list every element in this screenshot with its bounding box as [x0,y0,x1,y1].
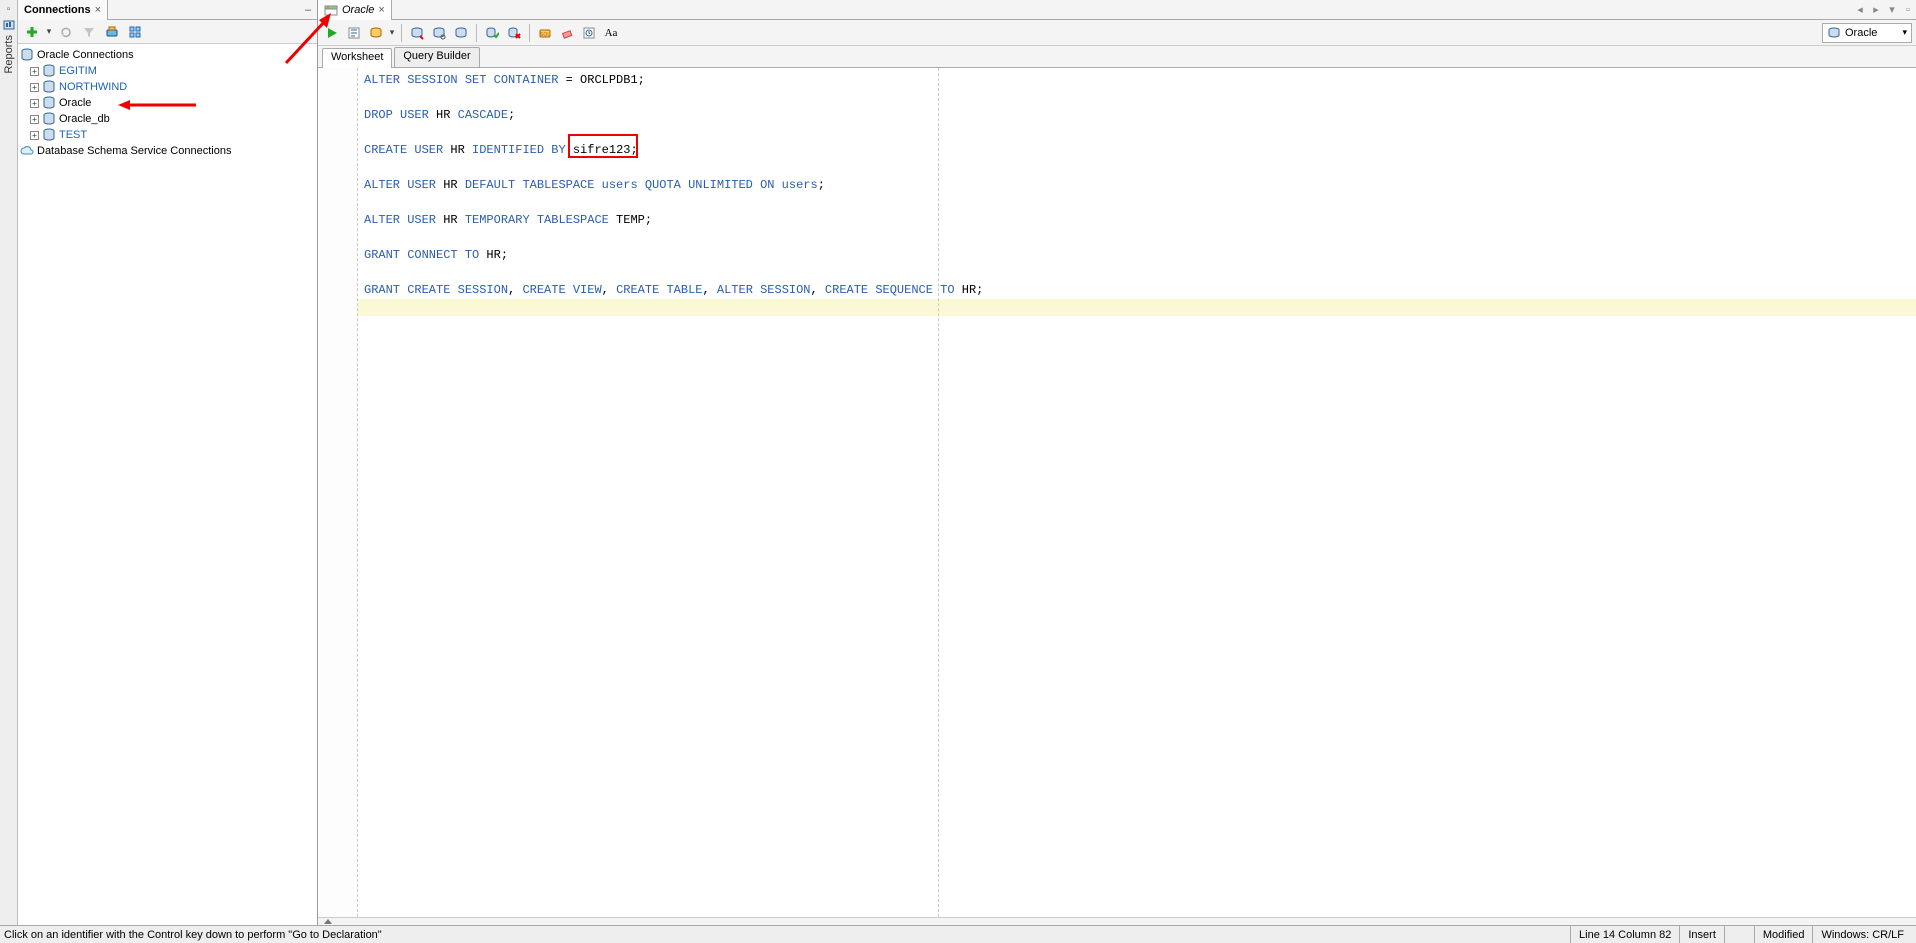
expand-icon[interactable]: + [30,67,39,76]
expand-icon[interactable]: + [30,83,39,92]
editor-toolbar: ▾ SQL Aa Oracle ▾ [318,20,1916,46]
panel-resize-handle[interactable] [318,917,1916,925]
tree-item[interactable]: + EGITIM [20,63,313,79]
db-rollback-button[interactable] [504,23,524,43]
history-button[interactable] [579,23,599,43]
tree-item[interactable]: + Oracle [20,95,313,111]
reports-icon[interactable] [3,19,15,31]
tree-cloud-label: Database Schema Service Connections [37,145,231,157]
tree-item-label: NORTHWIND [59,81,127,93]
tree-cloud[interactable]: Database Schema Service Connections [20,143,313,159]
editor-gutter [318,68,358,917]
case-button[interactable]: Aa [601,23,621,43]
tree-root-label: Oracle Connections [37,49,134,61]
editor-panel: Oracle × ◂ ▸ ▾ ▫ ▾ SQL [318,0,1916,925]
status-eol: Windows: CR/LF [1812,926,1912,943]
autotrace-button[interactable] [407,23,427,43]
svg-text:SQL: SQL [540,32,550,38]
tab-max-icon[interactable]: ▫ [1900,2,1916,18]
tree-root[interactable]: Oracle Connections [20,47,313,63]
sql-tuning-button[interactable] [429,23,449,43]
tree-item[interactable]: + NORTHWIND [20,79,313,95]
run-button[interactable] [322,23,342,43]
expand-icon[interactable]: + [30,115,39,124]
explain-plan-button[interactable] [366,23,386,43]
cloud-icon [20,144,34,158]
commit-button[interactable] [451,23,471,43]
current-line-highlight [358,299,1916,316]
expand-button[interactable] [125,22,145,42]
status-mode: Insert [1679,926,1724,943]
database-icon [42,80,56,94]
connections-tab[interactable]: Connections × [18,0,108,20]
dropdown-icon[interactable]: ▾ [388,27,396,38]
tns-button[interactable] [102,22,122,42]
status-modified: Modified [1754,926,1813,943]
refresh-button[interactable] [56,22,76,42]
filter-button[interactable] [79,22,99,42]
db-commit-button[interactable] [482,23,502,43]
tab-worksheet[interactable]: Worksheet [322,48,392,68]
expand-icon[interactable]: + [30,99,39,108]
print-margin [938,68,939,917]
run-script-button[interactable] [344,23,364,43]
connections-tree[interactable]: Oracle Connections + EGITIM + NORTHWIND + Ora… [18,44,317,925]
database-icon [42,112,56,126]
reports-rail: ▫ Reports [0,0,18,925]
database-icon [20,48,34,62]
reports-label[interactable]: Reports [3,35,15,74]
tab-prev-icon[interactable]: ◂ [1852,2,1868,18]
connections-tab-label: Connections [24,4,91,16]
status-spacer [1724,926,1754,943]
expand-up-icon [324,919,332,924]
tree-item-label: Oracle_db [59,113,110,125]
tree-item-label: EGITIM [59,65,97,77]
connections-toolbar: ▾ [18,20,317,44]
worksheet-tabs: Worksheet Query Builder [318,46,1916,68]
worksheet-icon [324,3,338,17]
connection-selector[interactable]: Oracle ▾ [1822,23,1912,43]
restore-icon[interactable]: ▫ [7,4,11,15]
tab-list-icon[interactable]: ▾ [1884,2,1900,18]
code-content[interactable]: ALTER SESSION SET CONTAINER = ORCLPDB1; … [358,68,1916,321]
new-connection-button[interactable] [22,22,42,42]
connection-selector-label: Oracle [1845,27,1877,39]
database-icon [42,96,56,110]
status-position: Line 14 Column 82 [1570,926,1679,943]
tree-item[interactable]: + Oracle_db [20,111,313,127]
database-icon [42,128,56,142]
close-icon[interactable]: × [95,4,101,16]
status-hint: Click on an identifier with the Control … [4,929,1570,941]
tree-item[interactable]: + TEST [20,127,313,143]
connections-panel: Connections × – ▾ [18,0,318,925]
database-icon [42,64,56,78]
editor-tab-label: Oracle [342,4,374,16]
dropdown-icon[interactable]: ▾ [45,26,53,37]
unshared-button[interactable]: SQL [535,23,555,43]
close-icon[interactable]: × [378,4,384,16]
tab-next-icon[interactable]: ▸ [1868,2,1884,18]
annotation-redbox-sifre [568,134,638,158]
expand-icon[interactable]: + [30,131,39,140]
tab-query-builder[interactable]: Query Builder [394,47,479,67]
tree-item-label: Oracle [59,97,91,109]
editor-tab-oracle[interactable]: Oracle × [318,0,392,20]
database-icon [1827,26,1841,40]
minimize-icon[interactable]: – [299,4,317,16]
clear-button[interactable] [557,23,577,43]
sql-editor[interactable]: ALTER SESSION SET CONTAINER = ORCLPDB1; … [318,68,1916,917]
status-bar: Click on an identifier with the Control … [0,925,1916,943]
tree-item-label: TEST [59,129,87,141]
